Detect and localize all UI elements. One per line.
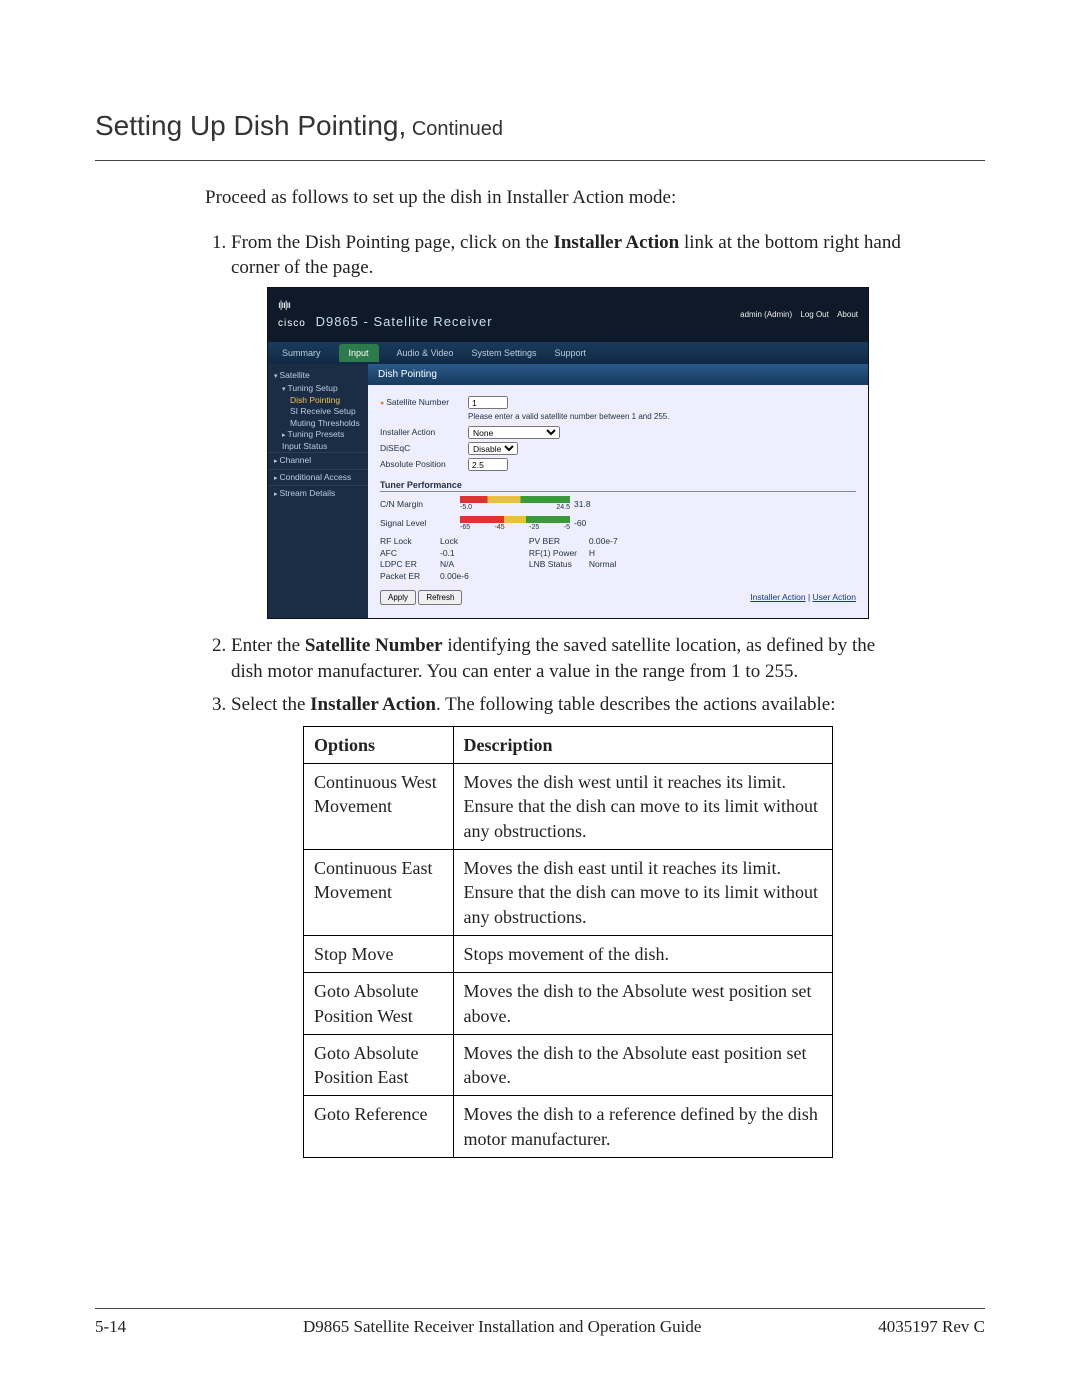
- product-name: D9865 - Satellite Receiver: [316, 314, 493, 329]
- rfpower-v: H: [589, 548, 595, 559]
- table-row-desc: Moves the dish to the Absolute west posi…: [453, 973, 832, 1035]
- table-row-opt: Goto Absolute Position West: [304, 973, 454, 1035]
- step2-bold: Satellite Number: [305, 635, 443, 656]
- sat-num-input[interactable]: [468, 396, 508, 409]
- tab-audio-video[interactable]: Audio & Video: [397, 347, 454, 359]
- ldpc-k: LDPC ER: [380, 559, 440, 570]
- sidebar-dish-pointing[interactable]: Dish Pointing: [268, 395, 368, 406]
- table-row-opt: Goto Reference: [304, 1096, 454, 1158]
- rfpower-k: RF(1) Power: [529, 548, 589, 559]
- packet-k: Packet ER: [380, 571, 440, 582]
- signal-level-bar: [460, 516, 570, 523]
- sidebar-tuning-setup[interactable]: Tuning Setup: [268, 383, 368, 394]
- footer-doc: D9865 Satellite Receiver Installation an…: [303, 1317, 701, 1337]
- table-row-opt: Continuous West Movement: [304, 764, 454, 850]
- tuner-performance-heading: Tuner Performance: [380, 479, 856, 492]
- step-2: Enter the Satellite Number identifying t…: [231, 633, 905, 684]
- sidebar: Satellite Tuning Setup Dish Pointing SI …: [268, 364, 368, 618]
- rf-lock-k: RF Lock: [380, 536, 440, 547]
- tick: -5: [564, 523, 570, 532]
- refresh-button[interactable]: Refresh: [418, 590, 462, 605]
- about-link[interactable]: About: [837, 310, 858, 319]
- options-table: Options Description Continuous West Move…: [303, 726, 833, 1158]
- logo-text: cisco: [278, 318, 306, 329]
- tick: 24.5: [556, 503, 570, 512]
- installer-action-select[interactable]: None: [468, 426, 560, 439]
- sat-num-label: Satellite Number: [380, 397, 462, 408]
- tick: -45: [495, 523, 505, 532]
- table-row-desc: Moves the dish east until it reaches its…: [453, 850, 832, 936]
- step3-suffix: . The following table describes the acti…: [436, 694, 836, 715]
- page-footer: 5-14 D9865 Satellite Receiver Installati…: [95, 1300, 985, 1337]
- table-row-opt: Goto Absolute Position East: [304, 1034, 454, 1096]
- diseqc-select[interactable]: Disable: [468, 442, 518, 455]
- sidebar-stream[interactable]: Stream Details: [268, 485, 368, 501]
- admin-label: admin (Admin): [740, 310, 792, 319]
- cisco-logo: ı|ıı|ııcisco D9865 - Satellite Receiver: [278, 299, 493, 330]
- rf-lock-v: Lock: [440, 536, 458, 547]
- step-3: Select the Installer Action. The followi…: [231, 692, 905, 1158]
- title-main: Setting Up Dish Pointing,: [95, 110, 406, 141]
- description-header: Description: [453, 726, 832, 763]
- tab-input[interactable]: Input: [339, 344, 379, 362]
- page-title: Setting Up Dish Pointing, Continued: [95, 110, 985, 142]
- tick: -25: [529, 523, 539, 532]
- abs-pos-input[interactable]: [468, 458, 508, 471]
- sidebar-muting[interactable]: Muting Thresholds: [268, 418, 368, 429]
- table-row-opt: Continuous East Movement: [304, 850, 454, 936]
- step-1: From the Dish Pointing page, click on th…: [231, 230, 905, 619]
- footer-page: 5-14: [95, 1317, 126, 1337]
- lnb-k: LNB Status: [529, 559, 589, 570]
- signal-level-value: -60: [574, 518, 586, 529]
- step1-prefix: From the Dish Pointing page, click on th…: [231, 232, 553, 253]
- content-heading: Dish Pointing: [368, 364, 868, 386]
- table-row-desc: Stops movement of the dish.: [453, 935, 832, 972]
- options-header: Options: [304, 726, 454, 763]
- cn-margin-value: 31.8: [574, 499, 591, 510]
- screenshot-dish-pointing: ı|ıı|ııcisco D9865 - Satellite Receiver …: [267, 287, 869, 619]
- user-action-link[interactable]: User Action: [813, 592, 856, 602]
- sidebar-input-status[interactable]: Input Status: [268, 441, 368, 452]
- ldpc-v: N/A: [440, 559, 454, 570]
- footer-rev: 4035197 Rev C: [878, 1317, 985, 1337]
- tab-system-settings[interactable]: System Settings: [471, 347, 536, 359]
- title-continued: Continued: [406, 118, 503, 140]
- sidebar-satellite[interactable]: Satellite: [268, 368, 368, 383]
- sat-num-hint: Please enter a valid satellite number be…: [468, 412, 856, 423]
- table-row-desc: Moves the dish to the Absolute east posi…: [453, 1034, 832, 1096]
- pvber-k: PV BER: [529, 536, 589, 547]
- afc-k: AFC: [380, 548, 440, 559]
- abs-pos-label: Absolute Position: [380, 459, 462, 470]
- lnb-v: Normal: [589, 559, 616, 570]
- pvber-v: 0.00e-7: [589, 536, 618, 547]
- tab-support[interactable]: Support: [554, 347, 586, 359]
- sidebar-channel[interactable]: Channel: [268, 452, 368, 468]
- step1-bold: Installer Action: [553, 232, 679, 253]
- afc-v: -0.1: [440, 548, 455, 559]
- step3-prefix: Select the: [231, 694, 310, 715]
- tick: -65: [460, 523, 470, 532]
- installer-action-label: Installer Action: [380, 427, 462, 438]
- intro-text: Proceed as follows to set up the dish in…: [205, 185, 905, 211]
- cn-margin-bar: [460, 496, 570, 503]
- sidebar-si-receive[interactable]: SI Receive Setup: [268, 406, 368, 417]
- sidebar-conditional[interactable]: Conditional Access: [268, 469, 368, 485]
- apply-button[interactable]: Apply: [380, 590, 416, 605]
- table-row-desc: Moves the dish to a reference defined by…: [453, 1096, 832, 1158]
- logout-link[interactable]: Log Out: [800, 310, 828, 319]
- table-row-desc: Moves the dish west until it reaches its…: [453, 764, 832, 850]
- title-rule: [95, 160, 985, 161]
- tab-summary[interactable]: Summary: [282, 347, 321, 359]
- packet-v: 0.00e-6: [440, 571, 469, 582]
- step3-bold: Installer Action: [310, 694, 436, 715]
- table-row-opt: Stop Move: [304, 935, 454, 972]
- diseqc-label: DiSEqC: [380, 443, 462, 454]
- installer-action-link[interactable]: Installer Action: [750, 592, 805, 602]
- cn-margin-label: C/N Margin: [380, 499, 460, 510]
- sidebar-tuning-presets[interactable]: Tuning Presets: [268, 429, 368, 440]
- tick: -5.0: [460, 503, 472, 512]
- signal-level-label: Signal Level: [380, 518, 460, 529]
- step2-prefix: Enter the: [231, 635, 305, 656]
